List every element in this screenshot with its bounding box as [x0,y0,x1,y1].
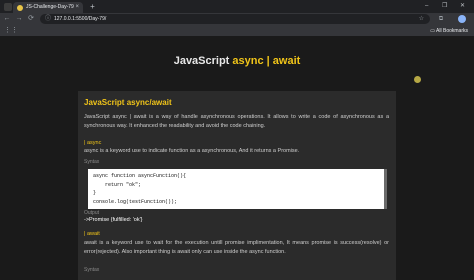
async-description: async is a keyword use to indicate funct… [84,148,300,154]
page-title-highlight: async | await [232,55,301,67]
tab-title: JS-Challenge-Day-79 [26,4,74,10]
bookmarks-bar: ⋮⋮ ▭ All Bookmarks [0,26,474,37]
code-line: return "ok"; [93,181,142,188]
intro-paragraph: JavaScript async | await is a way of han… [84,114,389,129]
tab-strip: JS-Challenge-Day-79 × + – ❐ ✕ [0,0,474,13]
await-heading: | await [84,231,100,237]
mouse-cursor-icon [414,76,421,83]
output-label: Output [84,210,100,216]
minimize-button[interactable]: – [425,2,428,10]
profile-avatar[interactable] [458,15,466,23]
await-description: await is a keyword use to wait for the e… [84,240,389,255]
bookmark-star-icon[interactable]: ☆ [419,15,424,23]
browser-toolbar: ← → ⟳ ⓘ 127.0.0.1:5500/Day-79/ ☆ ⧉ [0,13,474,26]
async-heading: | async [84,140,102,146]
extensions-icon[interactable]: ⧉ [436,14,446,24]
maximize-button[interactable]: ❐ [442,2,447,10]
page-content: JavaScript async | await JavaScript asyn… [0,37,474,280]
all-bookmarks-label: All Bookmarks [436,28,468,34]
tab-close-icon[interactable]: × [75,3,79,12]
site-info-icon[interactable]: ⓘ [45,15,51,23]
window-menu-icon[interactable] [4,3,12,11]
code-line: console.log(testFunction()); [93,198,178,205]
code-line: } [93,190,97,196]
code-block: async function asyncFunction(){ return "… [88,169,387,209]
forward-button[interactable]: → [14,14,24,24]
code-line: async function asyncFunction(){ [93,173,187,179]
address-bar[interactable]: ⓘ 127.0.0.1:5500/Day-79/ ☆ [40,14,430,24]
syntax-label: Syntax [84,159,100,165]
tab-favicon-icon [17,5,23,11]
page-title: JavaScript async | await [0,55,474,67]
output-value: ->Promise {fulfilled: 'ok'} [84,217,143,223]
content-card: JavaScript async/await JavaScript async … [78,91,396,280]
section-title: JavaScript async/await [84,98,172,107]
new-tab-button[interactable]: + [88,2,97,11]
syntax-label-2: Syntax [84,267,100,273]
all-bookmarks-button[interactable]: ▭ All Bookmarks [430,27,468,35]
close-window-button[interactable]: ✕ [460,2,465,10]
url-text[interactable]: 127.0.0.1:5500/Day-79/ [54,15,106,23]
back-button[interactable]: ← [2,14,12,24]
browser-tab[interactable]: JS-Challenge-Day-79 × [13,2,83,13]
reload-button[interactable]: ⟳ [26,14,36,24]
apps-icon[interactable]: ⋮⋮ [4,27,18,35]
page-title-prefix: JavaScript [173,55,233,67]
